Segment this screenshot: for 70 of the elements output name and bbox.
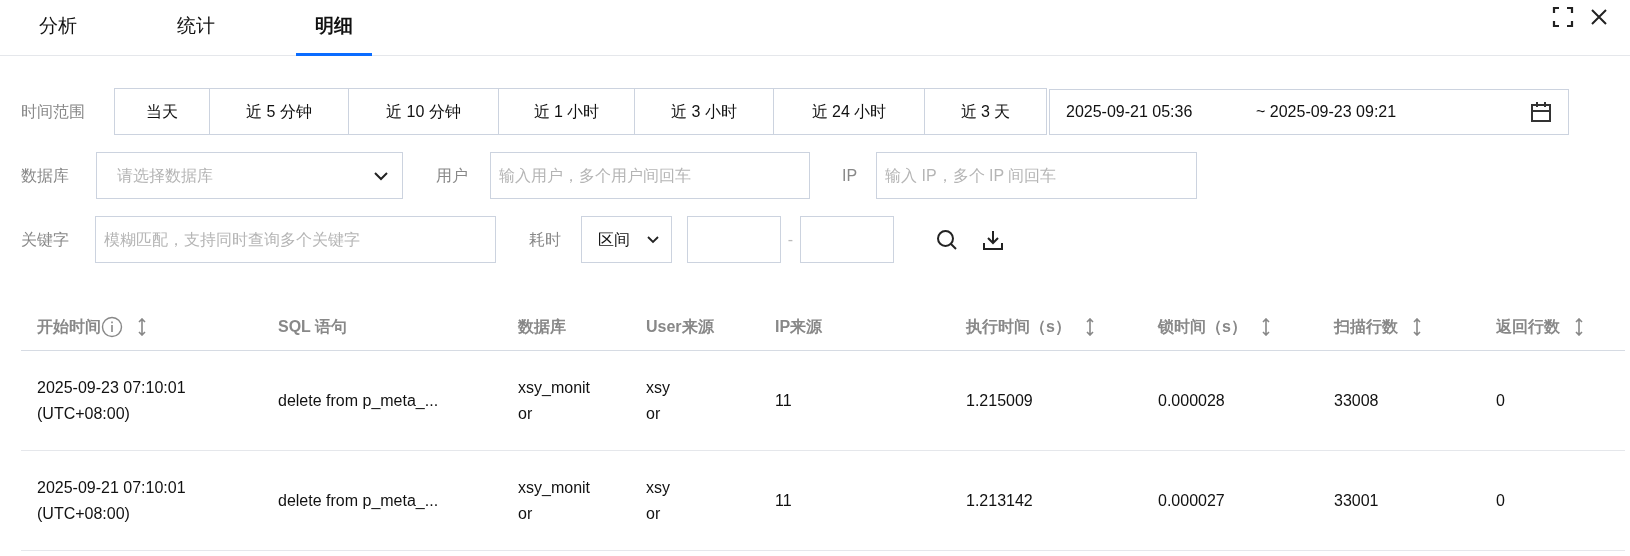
time-preset-button[interactable]: 近 10 分钟 xyxy=(349,88,499,135)
column-header: SQL 语句 xyxy=(278,316,348,337)
table-cell-text: delete from p_meta_... xyxy=(277,490,440,511)
user-input[interactable]: 输入用户，多个用户间回车 xyxy=(490,152,810,199)
date-start: 2025-09-21 05:36 xyxy=(1066,101,1194,122)
sort-icon[interactable] xyxy=(1412,317,1422,336)
column-header: 扫描行数 xyxy=(1334,316,1398,337)
ip-input-text[interactable]: 输入 IP，多个 IP 间回车 xyxy=(877,163,1196,188)
filter-label: 时间范围 xyxy=(21,101,86,122)
chevron-down-icon xyxy=(647,235,659,244)
column-header: 数据库 xyxy=(518,316,566,337)
table-cell-text: delete from p_meta_... xyxy=(277,390,440,411)
search-icon[interactable] xyxy=(936,228,958,251)
table-cell-text: 1.215009 xyxy=(965,390,1034,411)
date-range-field[interactable]: 2025-09-21 05:36 ~ 2025-09-23 09:21 xyxy=(1049,88,1569,135)
chevron-down-icon xyxy=(374,170,388,181)
table-cell-text: 2025-09-23 07:10:01 (UTC+08:00) xyxy=(36,377,187,424)
column-header: IP来源 xyxy=(775,316,823,337)
tab[interactable]: 明细 xyxy=(296,0,372,56)
table-cell-text: 1.213142 xyxy=(965,490,1034,511)
min-input[interactable] xyxy=(687,216,781,263)
filter-label: 关键字 xyxy=(21,229,70,250)
keyword-input-text[interactable]: 模糊匹配，支持同时查询多个关键字 xyxy=(96,227,495,252)
table-cell-text: 0.000028 xyxy=(1157,390,1226,411)
column-header: 锁时间（s） xyxy=(1158,316,1247,337)
sort-icon[interactable] xyxy=(137,317,147,336)
close-icon[interactable] xyxy=(1590,8,1608,26)
time-preset-button[interactable]: 近 24 小时 xyxy=(774,88,925,135)
sort-icon[interactable] xyxy=(1574,317,1584,336)
download-icon[interactable] xyxy=(982,228,1004,251)
select-placeholder: 请选择数据库 xyxy=(117,165,213,186)
table-cell-text: 11 xyxy=(774,490,793,511)
column-header: 返回行数 xyxy=(1496,316,1560,337)
time-preset-button[interactable]: 近 3 小时 xyxy=(635,88,774,135)
time-preset-button[interactable]: 当天 xyxy=(114,88,210,135)
info-icon[interactable] xyxy=(101,315,123,338)
sort-icon[interactable] xyxy=(1084,317,1095,336)
calendar-icon[interactable] xyxy=(1530,100,1552,123)
filter-label: 耗时 xyxy=(529,229,562,250)
filter-label: 数据库 xyxy=(21,165,70,186)
column-header: 开始时间 xyxy=(37,316,101,337)
table-cell-text: 0.000027 xyxy=(1157,490,1226,511)
range-separator: - xyxy=(786,229,795,250)
table-cell-text: xsy or xyxy=(645,377,671,424)
user-input-text[interactable]: 输入用户，多个用户间回车 xyxy=(491,163,809,188)
time-preset-button[interactable]: 近 3 天 xyxy=(925,88,1047,135)
ip-input[interactable]: 输入 IP，多个 IP 间回车 xyxy=(876,152,1197,199)
tab[interactable]: 统计 xyxy=(158,0,234,56)
column-header: User来源 xyxy=(646,316,714,337)
table-cell-text: xsy or xyxy=(645,477,671,524)
filter-label: IP xyxy=(842,165,859,186)
sort-icon[interactable] xyxy=(1260,317,1271,336)
table-cell-text: xsy_monit or xyxy=(517,377,592,424)
table-cell-text: xsy_monit or xyxy=(517,477,592,524)
table-cell-text: 2025-09-21 07:10:01 (UTC+08:00) xyxy=(36,477,187,524)
column-header: 执行时间（s） xyxy=(966,316,1071,337)
duration-mode-select[interactable]: 区间 xyxy=(581,216,672,263)
table-cell-text: 11 xyxy=(774,390,793,411)
tab[interactable]: 分析 xyxy=(20,0,96,56)
time-preset-button[interactable]: 近 5 分钟 xyxy=(210,88,349,135)
time-preset-button[interactable]: 近 1 小时 xyxy=(499,88,635,135)
table-cell-text: 0 xyxy=(1495,490,1506,511)
max-input[interactable] xyxy=(800,216,894,263)
keyword-input[interactable]: 模糊匹配，支持同时查询多个关键字 xyxy=(95,216,496,263)
fullscreen-icon[interactable] xyxy=(1552,6,1574,28)
filter-label: 用户 xyxy=(436,165,469,186)
table-cell-text: 33008 xyxy=(1333,390,1380,411)
table-cell-text: 33001 xyxy=(1333,490,1380,511)
date-end: ~ 2025-09-23 09:21 xyxy=(1256,101,1397,122)
table-cell-text: 0 xyxy=(1495,390,1506,411)
